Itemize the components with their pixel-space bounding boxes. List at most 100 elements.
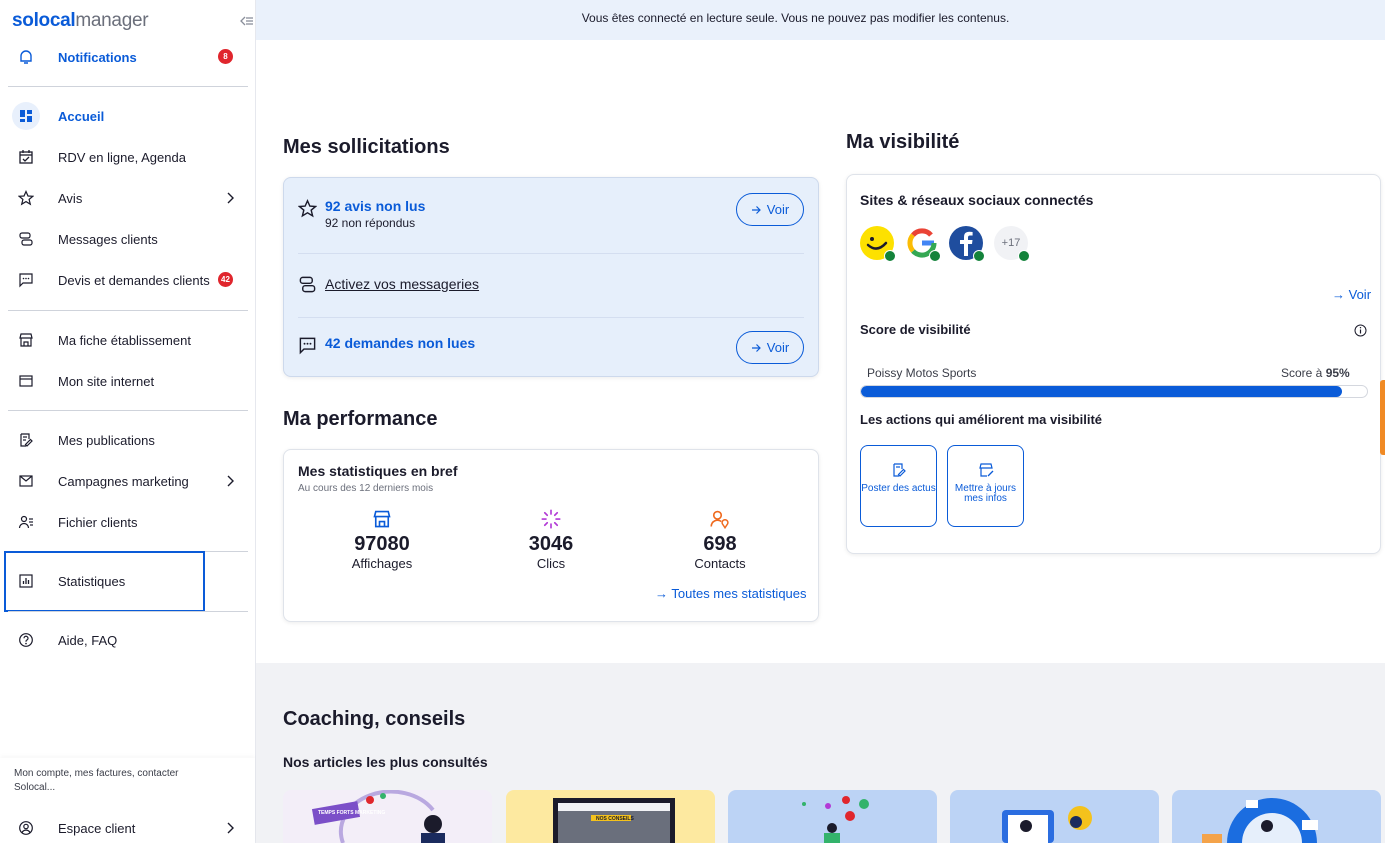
bell-icon xyxy=(20,50,32,64)
link-label: Voir xyxy=(1348,287,1372,302)
sollicitations-card: 92 avis non lus 92 non répondus Voir Act… xyxy=(283,177,819,377)
avis-non-repondus: 92 non répondus xyxy=(325,216,416,230)
action-label: Mettre à jours mes infos xyxy=(954,483,1017,504)
sidebar-item-label: Ma fiche établissement xyxy=(58,333,191,348)
voir-avis-button[interactable]: Voir xyxy=(736,193,804,226)
avis-non-lus-link[interactable]: 92 avis non lus xyxy=(325,198,425,214)
score-progress-fill xyxy=(861,386,1342,397)
stat-clics: 3046 Clics xyxy=(476,509,626,571)
sidebar-item-publications[interactable]: Mes publications xyxy=(8,421,248,459)
store-icon xyxy=(373,510,391,528)
google-logo-icon[interactable] xyxy=(905,226,941,262)
sidebar-item-fichier-clients[interactable]: Fichier clients xyxy=(8,503,248,541)
sidebar-item-label: Statistiques xyxy=(58,574,126,589)
sidebar-item-label: Devis et demandes clients xyxy=(58,273,210,288)
sidebar-item-accueil[interactable]: Accueil xyxy=(8,97,248,135)
performance-title: Ma performance xyxy=(283,408,438,430)
arrow-right-icon xyxy=(751,205,761,214)
sidebar-item-rdv-agenda[interactable]: RDV en ligne, Agenda xyxy=(8,138,248,176)
voir-sites-link[interactable]: → Voir xyxy=(1332,287,1371,302)
store-edit-icon xyxy=(978,463,993,477)
article-card[interactable] xyxy=(1172,790,1381,843)
feedback-tab[interactable] xyxy=(1380,380,1385,455)
article-caption: TEMPS FORTS MARKETING xyxy=(318,810,386,816)
visibilite-title: Ma visibilité xyxy=(846,131,960,153)
activez-messageries-link[interactable]: Activez vos messageries xyxy=(325,276,479,292)
stat-label: Clics xyxy=(536,556,566,571)
sidebar-item-devis-demandes[interactable]: Devis et demandes clients 42 xyxy=(8,261,248,299)
sidebar-item-notifications[interactable]: Notifications 8 xyxy=(8,38,248,76)
poster-actus-button[interactable]: Poster des actus xyxy=(860,445,937,527)
voir-demandes-button[interactable]: Voir xyxy=(736,331,804,364)
store-icon xyxy=(19,333,33,347)
click-sparkle-icon xyxy=(541,509,561,529)
more-sites-button[interactable]: +17 xyxy=(994,226,1030,262)
sidebar-item-avis[interactable]: Avis xyxy=(8,179,248,217)
stat-value: 3046 xyxy=(528,533,574,555)
article-card[interactable] xyxy=(728,790,937,843)
sidebar-item-label: RDV en ligne, Agenda xyxy=(58,150,186,165)
chat-bubbles-icon xyxy=(19,232,33,246)
edit-document-icon xyxy=(892,463,906,477)
voir-label: Voir xyxy=(766,340,790,355)
message-dots-icon xyxy=(19,273,33,288)
action-label: Poster des actus xyxy=(861,483,936,494)
score-value: 95% xyxy=(1325,366,1350,380)
sidebar-item-fiche-etablissement[interactable]: Ma fiche établissement xyxy=(8,321,248,359)
collapse-sidebar-icon[interactable] xyxy=(240,14,254,28)
arrow-right-icon: → xyxy=(655,586,672,601)
account-description: Mon compte, mes factures, contacter Solo… xyxy=(14,768,179,793)
sidebar-item-site-internet[interactable]: Mon site internet xyxy=(8,362,248,400)
message-dots-icon xyxy=(299,337,316,355)
coaching-title: Coaching, conseils xyxy=(283,708,466,730)
stats-card-title: Mes statistiques en bref xyxy=(298,463,458,479)
demandes-non-lues-link[interactable]: 42 demandes non lues xyxy=(325,335,475,351)
readonly-banner: Vous êtes connecté en lecture seule. Vou… xyxy=(256,0,1385,40)
star-icon xyxy=(18,190,34,206)
sidebar-divider xyxy=(8,611,248,612)
actions-title: Les actions qui améliorent ma visibilité xyxy=(860,412,1103,427)
pagesjaunes-logo-icon[interactable] xyxy=(860,226,896,262)
toutes-statistiques-link[interactable]: → Toutes mes statistiques xyxy=(655,586,807,601)
score-progress-track xyxy=(860,385,1368,398)
sidebar-item-campagnes-marketing[interactable]: Campagnes marketing xyxy=(8,462,248,500)
sidebar-item-label: Messages clients xyxy=(58,232,158,247)
sidebar-item-label: Notifications xyxy=(58,50,137,65)
connected-check-icon xyxy=(884,250,896,262)
score-prefix: Score à xyxy=(1281,366,1323,380)
solocal-manager-logo[interactable]: solocalmanager xyxy=(12,10,149,32)
demandes-count-badge: 42 xyxy=(218,272,233,287)
article-card[interactable]: TEMPS FORTS MARKETING xyxy=(283,790,492,843)
articles-subtitle: Nos articles les plus consultés xyxy=(283,754,488,770)
sollicitations-title: Mes sollicitations xyxy=(283,136,450,158)
sidebar-item-aide-faq[interactable]: Aide, FAQ xyxy=(8,621,248,659)
sidebar-item-label: Fichier clients xyxy=(58,515,138,530)
stat-value: 698 xyxy=(703,533,737,555)
dashboard-icon xyxy=(20,110,32,122)
facebook-logo-icon[interactable] xyxy=(949,226,985,262)
article-card[interactable] xyxy=(950,790,1159,843)
article-card[interactable]: NOS CONSEILS xyxy=(506,790,715,843)
sidebar-divider xyxy=(8,86,248,87)
sidebar-item-messages-clients[interactable]: Messages clients xyxy=(8,220,248,258)
info-icon[interactable] xyxy=(1354,324,1367,337)
connected-check-icon xyxy=(973,250,985,262)
visibilite-card: Sites & réseaux sociaux connectés +17 → … xyxy=(846,174,1381,554)
divider xyxy=(298,253,804,254)
sidebar-item-espace-client[interactable]: Espace client xyxy=(8,809,248,843)
notifications-count-badge: 8 xyxy=(218,49,233,64)
sidebar-item-label: Mon site internet xyxy=(58,374,155,389)
stat-label: Contacts xyxy=(694,556,746,571)
arrow-right-icon: → xyxy=(1332,287,1349,302)
edit-document-icon xyxy=(20,433,33,447)
article-thumbnail-marketing xyxy=(311,790,445,843)
business-name: Poissy Motos Sports xyxy=(867,366,977,380)
chat-bubbles-icon xyxy=(299,276,316,293)
arrow-right-icon xyxy=(751,343,761,352)
link-label: Toutes mes statistiques xyxy=(671,586,807,601)
article-caption: NOS CONSEILS xyxy=(596,816,634,822)
score-title: Score de visibilité xyxy=(860,322,971,337)
sidebar-item-statistiques[interactable]: Statistiques xyxy=(8,562,248,600)
user-circle-icon xyxy=(19,821,33,835)
mettre-a-jour-infos-button[interactable]: Mettre à jours mes infos xyxy=(947,445,1024,527)
